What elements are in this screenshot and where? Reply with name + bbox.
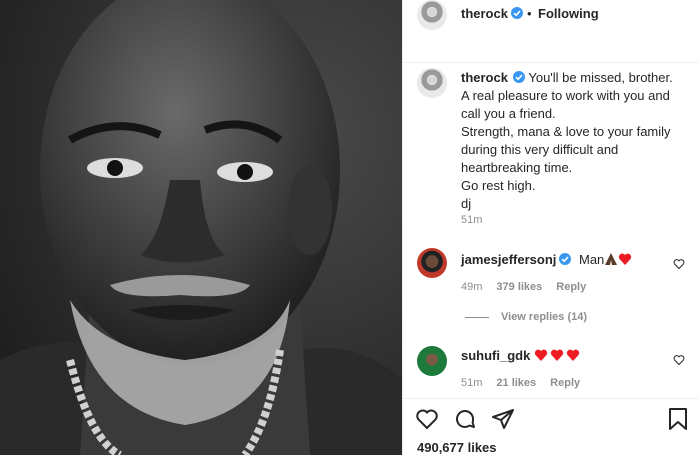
red-heart-emoji [566, 349, 580, 361]
post-sidebar: therock • Following therock You'll be mi… [402, 0, 698, 455]
comment-text: Man [579, 252, 605, 267]
view-replies-line [465, 316, 489, 318]
caption-line: during this very difficult and [461, 142, 619, 157]
author-username[interactable]: therock [461, 6, 508, 21]
comment-username[interactable]: jamesjeffersonj [461, 252, 556, 267]
caption-line: dj [461, 196, 472, 211]
reply-button[interactable]: Reply [550, 377, 580, 389]
comment-time[interactable]: 49m [461, 281, 482, 293]
post-likes-count[interactable]: 490,677 likes [417, 440, 497, 455]
comment-bubble-icon[interactable] [453, 407, 477, 431]
reply-button[interactable]: Reply [556, 281, 586, 293]
post-photo[interactable] [0, 0, 402, 455]
separator-dot: • [527, 6, 532, 21]
comment-avatar[interactable] [417, 346, 447, 376]
caption-username[interactable]: therock [461, 70, 508, 85]
caption-line: Go rest high. [461, 178, 536, 193]
caption-line: heartbreaking time. [461, 160, 573, 175]
post-header: therock • Following [403, 0, 698, 63]
caption-line: You'll be missed, brother. [528, 70, 673, 85]
red-heart-emoji [534, 349, 548, 361]
red-heart-emoji [619, 253, 632, 265]
bookmark-icon[interactable] [667, 407, 689, 431]
comment-username[interactable]: suhufi_gdk [461, 348, 530, 363]
paper-plane-icon[interactable] [491, 407, 515, 431]
comment-time[interactable]: 51m [461, 377, 482, 389]
comment-avatar[interactable] [417, 248, 447, 278]
author-avatar[interactable] [417, 0, 447, 30]
red-heart-emoji [550, 349, 564, 361]
post-timestamp[interactable]: 51m [461, 214, 482, 226]
portrait-image [0, 0, 402, 455]
comment-like-heart-icon[interactable] [673, 258, 685, 270]
praying-hands-emoji [605, 253, 618, 265]
author-username-group[interactable]: therock [461, 6, 523, 21]
caption-line: A real pleasure to work with you and [461, 88, 670, 103]
verified-badge-icon [512, 71, 525, 83]
following-button[interactable]: Following [538, 6, 599, 21]
comment-body: suhufi_gdk [461, 348, 580, 363]
comment-likes[interactable]: 21 likes [496, 377, 536, 389]
post-caption: therock You'll be missed, brother. A rea… [461, 69, 691, 213]
verified-badge-icon [559, 253, 572, 265]
verified-badge-icon [510, 7, 523, 19]
view-replies-button[interactable]: View replies (14) [465, 311, 587, 323]
caption-line: call you a friend. [461, 106, 556, 121]
comment-likes[interactable]: 379 likes [496, 281, 542, 293]
comment-meta: 49m 379 likes Reply [461, 281, 600, 293]
heart-outline-icon[interactable] [415, 407, 439, 431]
post-actions [403, 398, 698, 439]
view-replies-label[interactable]: View replies (14) [501, 311, 587, 323]
comment-like-heart-icon[interactable] [673, 354, 685, 366]
caption-line: Strength, mana & love to your family [461, 124, 671, 139]
instagram-post: therock • Following therock You'll be mi… [0, 0, 698, 455]
comment-body: jamesjeffersonj Man [461, 252, 632, 267]
comment-meta: 51m 21 likes Reply [461, 377, 594, 389]
caption-avatar[interactable] [417, 68, 447, 98]
